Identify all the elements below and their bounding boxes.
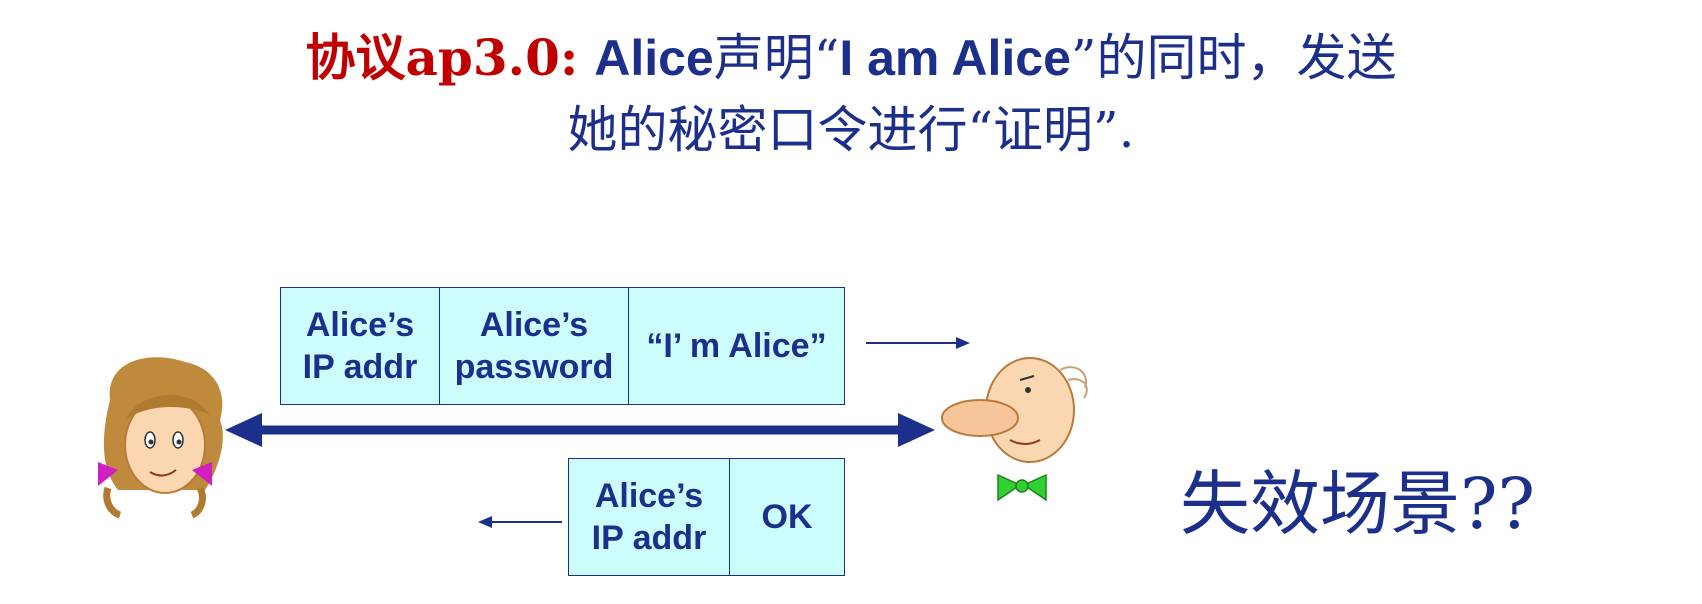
- message-1-arrow: [866, 337, 970, 349]
- message-1-claim-cell: “I’ m Alice”: [629, 288, 844, 404]
- channel-double-arrow: [225, 413, 935, 447]
- cell-text: IP addr: [591, 519, 707, 557]
- cell-text: Alice’s: [594, 477, 704, 515]
- message-2-packet: Alice’s IP addr OK: [568, 458, 845, 576]
- alice-character-icon: [98, 357, 223, 519]
- cell-text: Alice’s: [305, 306, 415, 344]
- cell-text: OK: [761, 498, 813, 536]
- failure-scenario-label: 失效场景??: [1180, 463, 1536, 545]
- message-2-arrow: [478, 516, 562, 528]
- message-1-password-cell: Alice’s password: [440, 288, 629, 404]
- cell-text: Alice’s: [479, 306, 589, 344]
- cell-text: IP addr: [302, 348, 418, 386]
- message-2-ok-cell: OK: [730, 459, 844, 575]
- message-1-packet: Alice’s IP addr Alice’s password “I’ m A…: [280, 287, 845, 405]
- message-2-ip-cell: Alice’s IP addr: [569, 459, 730, 575]
- message-1-ip-cell: Alice’s IP addr: [281, 288, 440, 404]
- cell-text: “I’ m Alice”: [646, 327, 827, 365]
- bob-character-icon: [941, 357, 1088, 502]
- cell-text: password: [454, 348, 614, 386]
